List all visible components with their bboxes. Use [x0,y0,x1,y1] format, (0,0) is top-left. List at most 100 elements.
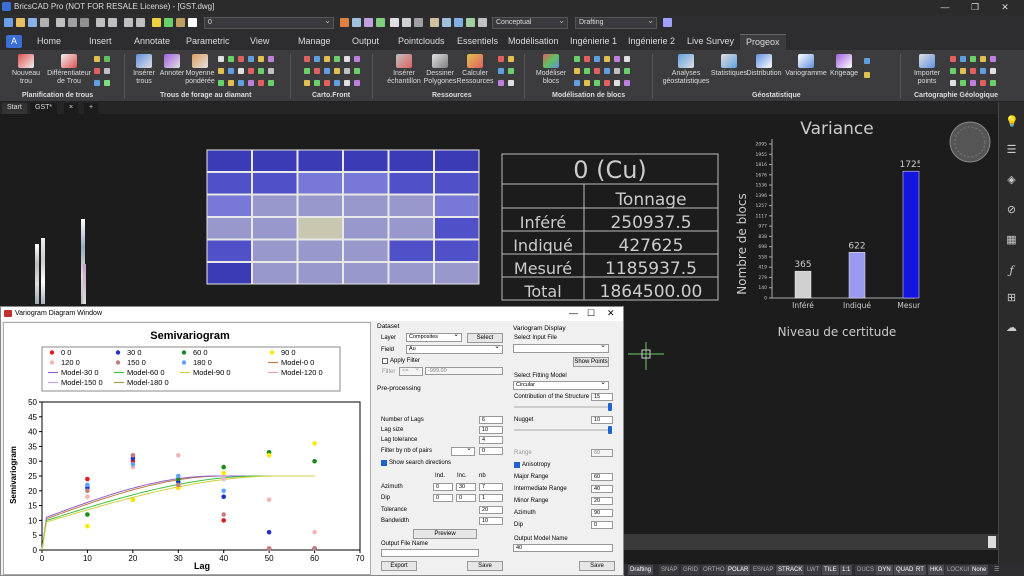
minimize-icon[interactable]: — [935,1,955,13]
tool-icon[interactable] [614,68,620,74]
layer-freeze-icon[interactable] [390,18,399,27]
dip-nb-input[interactable]: 1 [479,494,503,502]
layer-sun-icon[interactable] [164,18,173,27]
tool-icon[interactable] [344,56,350,62]
range-input[interactable]: 60 [591,449,613,457]
tool-icon[interactable] [324,56,330,62]
field-select[interactable]: Au [406,343,503,354]
tab-view[interactable]: View [250,36,269,46]
bulb-icon[interactable]: 💡 [1005,116,1019,129]
status-tile[interactable]: TILE [822,565,839,575]
tool-icon[interactable] [228,56,234,62]
save-as-icon[interactable] [40,18,49,27]
number-of-lags-input[interactable]: 6 [479,416,503,424]
statistics-button[interactable]: Statistiques [710,54,748,78]
tool-icon[interactable] [304,80,310,86]
azimuth-nb-input[interactable]: 7 [479,483,503,491]
status-dyn[interactable]: DYN [876,565,893,575]
tool-icon[interactable] [248,68,254,74]
tool-icon[interactable] [594,80,600,86]
tool-icon[interactable] [980,80,986,86]
add-tab-icon[interactable]: + [84,103,99,114]
layer-previous-icon[interactable] [352,18,361,27]
status-lockui[interactable]: LOCKUI [945,565,972,575]
tool-icon[interactable] [614,80,620,86]
tool-icon[interactable] [258,80,264,86]
tool-icon[interactable] [354,80,360,86]
nugget-input[interactable]: 10 [591,416,613,424]
tool-icon[interactable] [970,68,976,74]
export-button[interactable]: Export [381,561,417,571]
layer-color-icon[interactable] [188,18,197,27]
tool-icon[interactable] [324,68,330,74]
tool-icon[interactable] [104,68,110,74]
fx-icon[interactable]: ƒ [1005,264,1018,277]
filter-operator-select[interactable]: <= [399,365,423,376]
select-layer-button[interactable]: Select [467,333,503,343]
tool-icon[interactable] [314,68,320,74]
tool-icon[interactable] [574,80,580,86]
tool-icon[interactable] [950,56,956,62]
tool-icon[interactable] [584,68,590,74]
tool-icon[interactable] [604,56,610,62]
tab-home[interactable]: Home [37,36,61,46]
layer-off-icon[interactable] [402,18,411,27]
show-points-button[interactable]: Show Points [573,357,609,367]
layer-isolate-icon[interactable] [364,18,373,27]
tool-icon[interactable] [960,80,966,86]
tool-icon[interactable] [508,68,514,74]
tool-icon[interactable] [574,56,580,62]
sliders-icon[interactable]: ☰ [1005,144,1018,157]
open-file-icon[interactable] [16,18,25,27]
lag-tolerance-input[interactable]: 4 [479,436,503,444]
grid-icon[interactable]: ▦ [1005,234,1018,247]
contribution-input[interactable]: 15 [591,393,613,401]
tool-icon[interactable] [594,56,600,62]
status-scale[interactable]: 1:1 [840,565,853,575]
filter-value-input[interactable]: -999.00 [425,367,503,375]
new-file-icon[interactable] [4,18,13,27]
close-tab-icon[interactable]: × [64,103,79,114]
tool-icon[interactable] [594,68,600,74]
tool-icon[interactable] [354,68,360,74]
layer-states-icon[interactable] [376,18,385,27]
tool-icon[interactable] [604,68,610,74]
tool-icon[interactable] [238,80,244,86]
tool-icon[interactable] [980,68,986,74]
purge-icon[interactable] [454,18,463,27]
horizontal-scrollbar[interactable] [624,534,998,550]
tool-icon[interactable] [990,56,996,62]
distribution-button[interactable]: Distribution [746,54,782,78]
contribution-slider-knob[interactable] [608,403,612,411]
import-points-button[interactable]: Importer points [908,54,946,86]
save-icon[interactable] [28,18,37,27]
tool-icon[interactable] [94,80,100,86]
tab-essentiels[interactable]: Essentiels [457,36,498,46]
layer-walk-icon[interactable] [414,18,423,27]
fitting-model-select[interactable]: Circular [513,379,609,390]
tool-icon[interactable] [324,80,330,86]
tool-icon[interactable] [258,56,264,62]
close-icon[interactable]: ✕ [995,1,1015,13]
geostat-analysis-button[interactable]: Analyses géostatistiques [660,54,712,86]
tool-icon[interactable] [248,56,254,62]
minimize-icon[interactable]: — [569,308,578,318]
azimuth-inc-input[interactable]: 30 [456,483,476,491]
tool-icon[interactable] [334,80,340,86]
status-ortho[interactable]: ORTHO [701,565,727,575]
dip-inc-input[interactable]: 0 [456,494,476,502]
tool-icon[interactable] [624,56,630,62]
tool-icon[interactable] [258,68,264,74]
cloud-icon[interactable]: ☁ [1005,322,1018,335]
tool-icon[interactable] [344,68,350,74]
tab-annotate[interactable]: Annotate [134,36,170,46]
tool-icon[interactable] [624,80,630,86]
tab-progeox[interactable]: Progeox [740,34,786,50]
tool-icon[interactable] [344,80,350,86]
match-layer-icon[interactable] [340,18,349,27]
status-polar[interactable]: POLAR [726,565,751,575]
status-strack[interactable]: STRACK [776,565,805,575]
scrollbar-thumb[interactable] [988,536,996,548]
tool-icon[interactable] [970,80,976,86]
undo-icon[interactable] [124,18,133,27]
